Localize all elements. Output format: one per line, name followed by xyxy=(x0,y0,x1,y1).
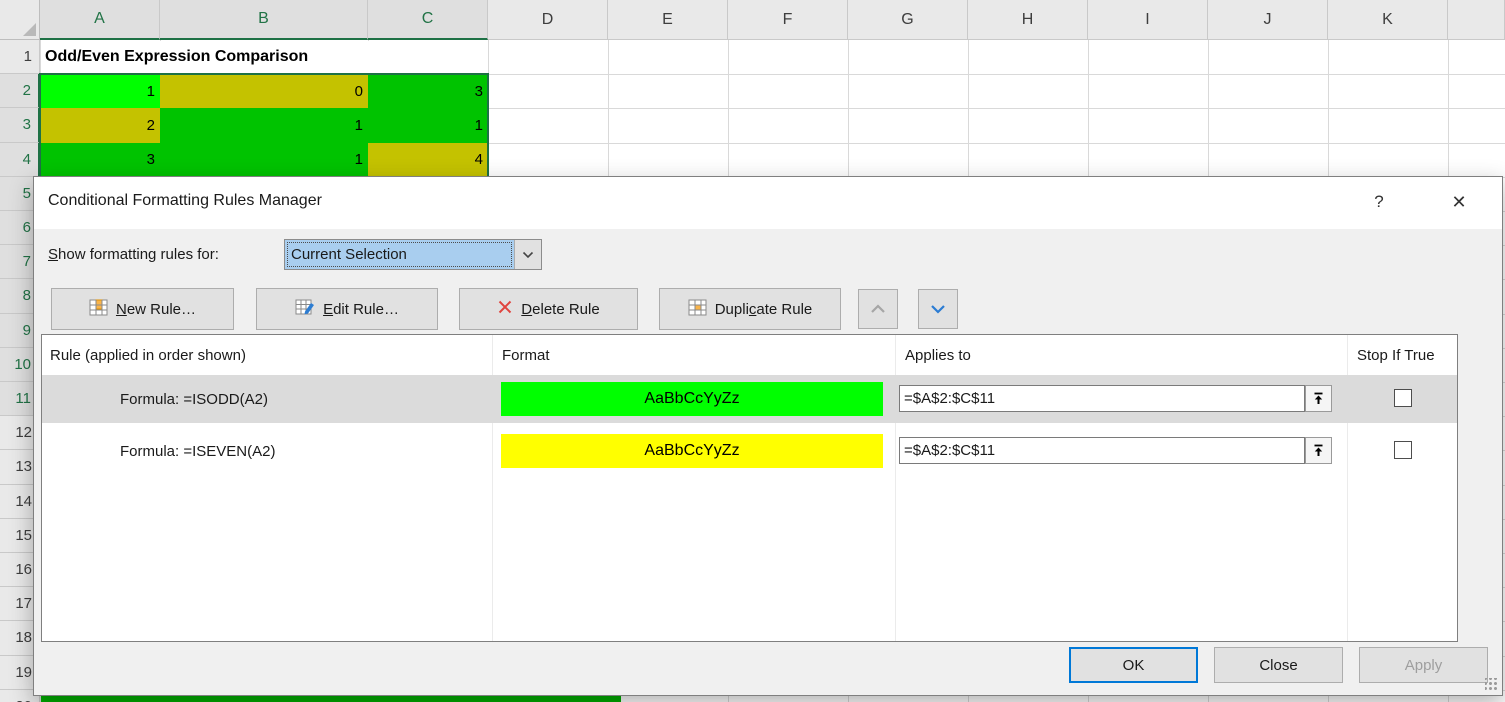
header-applies-to: Applies to xyxy=(905,335,971,375)
applies-to-input[interactable] xyxy=(899,437,1305,464)
rule-row-isodd[interactable]: Formula: =ISODD(A2) AaBbCcYyZz xyxy=(42,375,1457,423)
show-formatting-rules-label: Show formatting rules for: xyxy=(48,246,219,263)
stop-if-true-checkbox[interactable] xyxy=(1394,389,1412,407)
move-rule-up-button[interactable] xyxy=(858,289,898,329)
column-header-C[interactable]: C xyxy=(368,0,488,40)
cell-A1-title[interactable]: Odd/Even Expression Comparison xyxy=(41,41,487,73)
row-header-2[interactable]: 2 xyxy=(0,74,40,108)
row-header-3[interactable]: 3 xyxy=(0,108,40,142)
column-header-B[interactable]: B xyxy=(160,0,368,40)
screen: ABCDEFGHIJK12345678910111213141516171819… xyxy=(0,0,1505,702)
delete-rule-label: Delete Rule xyxy=(521,301,599,318)
collapse-dialog-icon[interactable] xyxy=(1305,437,1332,464)
rule-formula: Formula: =ISEVEN(A2) xyxy=(120,427,275,475)
dialog-title: Conditional Formatting Rules Manager xyxy=(48,192,322,210)
table-grid-icon xyxy=(89,299,108,320)
help-icon[interactable]: ? xyxy=(1364,187,1394,217)
select-all-corner[interactable] xyxy=(0,0,40,40)
stop-if-true-checkbox[interactable] xyxy=(1394,441,1412,459)
rule-formula: Formula: =ISODD(A2) xyxy=(120,375,268,423)
table-grid-icon xyxy=(688,299,707,320)
show-rules-dropdown[interactable]: Current Selection xyxy=(284,239,542,270)
row-header-4[interactable]: 4 xyxy=(0,143,40,177)
ok-button[interactable]: OK xyxy=(1069,647,1198,683)
column-header-I[interactable]: I xyxy=(1088,0,1208,40)
delete-rule-button[interactable]: Delete Rule xyxy=(459,288,638,330)
format-preview-swatch: AaBbCcYyZz xyxy=(501,434,883,468)
new-rule-button[interactable]: New Rule… xyxy=(51,288,234,330)
column-header-F[interactable]: F xyxy=(728,0,848,40)
show-rules-dropdown-value: Current Selection xyxy=(285,240,514,269)
resize-grip[interactable] xyxy=(1485,678,1498,691)
conditional-formatting-rules-manager-dialog: Conditional Formatting Rules Manager ? ✕… xyxy=(33,176,1503,696)
column-header-A[interactable]: A xyxy=(40,0,160,40)
header-stop-if-true: Stop If True xyxy=(1357,335,1435,375)
table-pencil-icon xyxy=(295,299,315,320)
duplicate-rule-button[interactable]: Duplicate Rule xyxy=(659,288,841,330)
rules-list: Rule (applied in order shown) Format App… xyxy=(41,334,1458,642)
header-format: Format xyxy=(502,335,550,375)
chevron-down-icon xyxy=(930,304,946,314)
new-rule-label: New Rule… xyxy=(116,301,196,318)
column-header-J[interactable]: J xyxy=(1208,0,1328,40)
chevron-down-icon[interactable] xyxy=(514,240,541,269)
edit-rule-label: Edit Rule… xyxy=(323,301,399,318)
dialog-titlebar[interactable]: Conditional Formatting Rules Manager ? ✕ xyxy=(34,177,1502,229)
column-header-G[interactable]: G xyxy=(848,0,968,40)
format-preview-swatch: AaBbCcYyZz xyxy=(501,382,883,416)
collapse-dialog-icon[interactable] xyxy=(1305,385,1332,412)
row-header-1[interactable]: 1 xyxy=(0,40,40,74)
rule-row-iseven[interactable]: Formula: =ISEVEN(A2) AaBbCcYyZz xyxy=(42,427,1457,475)
close-button[interactable]: Close xyxy=(1214,647,1343,683)
edit-rule-button[interactable]: Edit Rule… xyxy=(256,288,438,330)
column-header-K[interactable]: K xyxy=(1328,0,1448,40)
applies-to-input[interactable] xyxy=(899,385,1305,412)
move-rule-down-button[interactable] xyxy=(918,289,958,329)
duplicate-rule-label: Duplicate Rule xyxy=(715,301,813,318)
header-rule: Rule (applied in order shown) xyxy=(50,335,246,375)
column-header-H[interactable]: H xyxy=(968,0,1088,40)
red-x-icon xyxy=(497,299,513,319)
close-icon[interactable]: ✕ xyxy=(1444,187,1474,217)
column-header-E[interactable]: E xyxy=(608,0,728,40)
apply-button[interactable]: Apply xyxy=(1359,647,1488,683)
column-header-D[interactable]: D xyxy=(488,0,608,40)
chevron-up-icon xyxy=(870,304,886,314)
selection-border xyxy=(39,73,489,177)
column-header-partial[interactable] xyxy=(1448,0,1505,40)
